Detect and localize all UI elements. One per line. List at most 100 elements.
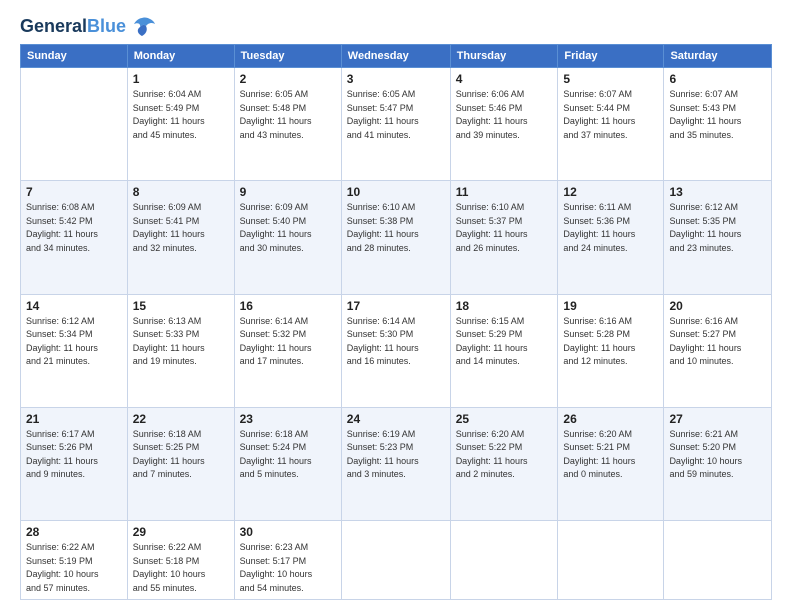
day-info: Sunrise: 6:11 AMSunset: 5:36 PMDaylight:… bbox=[563, 201, 658, 255]
day-number: 11 bbox=[456, 185, 553, 199]
day-info: Sunrise: 6:18 AMSunset: 5:24 PMDaylight:… bbox=[240, 428, 336, 482]
header: GeneralBlue bbox=[20, 16, 772, 38]
calendar-cell: 6 Sunrise: 6:07 AMSunset: 5:43 PMDaylight… bbox=[664, 68, 772, 181]
day-info: Sunrise: 6:12 AMSunset: 5:34 PMDaylight:… bbox=[26, 315, 122, 369]
calendar-cell: 29 Sunrise: 6:22 AMSunset: 5:18 PMDayligh… bbox=[127, 521, 234, 600]
calendar-cell bbox=[341, 521, 450, 600]
calendar-cell: 30 Sunrise: 6:23 AMSunset: 5:17 PMDayligh… bbox=[234, 521, 341, 600]
day-number: 3 bbox=[347, 72, 445, 86]
calendar-cell: 10Sunrise: 6:10 AMSunset: 5:38 PMDayligh… bbox=[341, 181, 450, 294]
calendar-cell: 28Sunrise: 6:22 AMSunset: 5:19 PMDayligh… bbox=[21, 521, 128, 600]
day-number: 25 bbox=[456, 412, 553, 426]
day-number: 15 bbox=[133, 299, 229, 313]
day-info: Sunrise: 6:12 AMSunset: 5:35 PMDaylight:… bbox=[669, 201, 766, 255]
day-number: 29 bbox=[133, 525, 229, 539]
weekday-header-friday: Friday bbox=[558, 45, 664, 68]
calendar-cell: 17 Sunrise: 6:14 AMSunset: 5:30 PMDayligh… bbox=[341, 294, 450, 407]
calendar-cell bbox=[664, 521, 772, 600]
day-number: 12 bbox=[563, 185, 658, 199]
day-number: 7 bbox=[26, 185, 122, 199]
day-number: 13 bbox=[669, 185, 766, 199]
day-info: Sunrise: 6:17 AMSunset: 5:26 PMDaylight:… bbox=[26, 428, 122, 482]
day-info: Sunrise: 6:22 AMSunset: 5:19 PMDaylight:… bbox=[26, 541, 122, 595]
day-number: 23 bbox=[240, 412, 336, 426]
day-number: 17 bbox=[347, 299, 445, 313]
calendar-cell: 19 Sunrise: 6:16 AMSunset: 5:28 PMDayligh… bbox=[558, 294, 664, 407]
day-info: Sunrise: 6:14 AMSunset: 5:30 PMDaylight:… bbox=[347, 315, 445, 369]
day-info: Sunrise: 6:18 AMSunset: 5:25 PMDaylight:… bbox=[133, 428, 229, 482]
day-number: 9 bbox=[240, 185, 336, 199]
day-info: Sunrise: 6:19 AMSunset: 5:23 PMDaylight:… bbox=[347, 428, 445, 482]
day-number: 22 bbox=[133, 412, 229, 426]
weekday-header-monday: Monday bbox=[127, 45, 234, 68]
day-number: 2 bbox=[240, 72, 336, 86]
calendar-table: SundayMondayTuesdayWednesdayThursdayFrid… bbox=[20, 44, 772, 600]
logo-bird-icon bbox=[128, 16, 156, 38]
day-info: Sunrise: 6:23 AMSunset: 5:17 PMDaylight:… bbox=[240, 541, 336, 595]
day-info: Sunrise: 6:10 AMSunset: 5:37 PMDaylight:… bbox=[456, 201, 553, 255]
day-info: Sunrise: 6:09 AMSunset: 5:41 PMDaylight:… bbox=[133, 201, 229, 255]
calendar-cell: 22 Sunrise: 6:18 AMSunset: 5:25 PMDayligh… bbox=[127, 407, 234, 520]
day-info: Sunrise: 6:05 AMSunset: 5:47 PMDaylight:… bbox=[347, 88, 445, 142]
weekday-header-saturday: Saturday bbox=[664, 45, 772, 68]
day-info: Sunrise: 6:07 AMSunset: 5:44 PMDaylight:… bbox=[563, 88, 658, 142]
calendar-cell bbox=[558, 521, 664, 600]
day-info: Sunrise: 6:21 AMSunset: 5:20 PMDaylight:… bbox=[669, 428, 766, 482]
day-info: Sunrise: 6:16 AMSunset: 5:27 PMDaylight:… bbox=[669, 315, 766, 369]
calendar-cell: 9 Sunrise: 6:09 AMSunset: 5:40 PMDaylight… bbox=[234, 181, 341, 294]
calendar-cell: 18 Sunrise: 6:15 AMSunset: 5:29 PMDayligh… bbox=[450, 294, 558, 407]
logo: GeneralBlue bbox=[20, 16, 156, 38]
calendar-cell: 7 Sunrise: 6:08 AMSunset: 5:42 PMDaylight… bbox=[21, 181, 128, 294]
calendar-cell: 4Sunrise: 6:06 AMSunset: 5:46 PMDaylight… bbox=[450, 68, 558, 181]
day-number: 16 bbox=[240, 299, 336, 313]
calendar-cell: 27 Sunrise: 6:21 AMSunset: 5:20 PMDayligh… bbox=[664, 407, 772, 520]
day-info: Sunrise: 6:06 AMSunset: 5:46 PMDaylight:… bbox=[456, 88, 553, 142]
calendar-cell: 20 Sunrise: 6:16 AMSunset: 5:27 PMDayligh… bbox=[664, 294, 772, 407]
weekday-header-wednesday: Wednesday bbox=[341, 45, 450, 68]
calendar-cell bbox=[450, 521, 558, 600]
day-number: 18 bbox=[456, 299, 553, 313]
day-number: 30 bbox=[240, 525, 336, 539]
day-info: Sunrise: 6:09 AMSunset: 5:40 PMDaylight:… bbox=[240, 201, 336, 255]
day-info: Sunrise: 6:07 AMSunset: 5:43 PMDaylight:… bbox=[669, 88, 766, 142]
calendar-cell: 24 Sunrise: 6:19 AMSunset: 5:23 PMDayligh… bbox=[341, 407, 450, 520]
day-number: 20 bbox=[669, 299, 766, 313]
calendar-cell: 3 Sunrise: 6:05 AMSunset: 5:47 PMDaylight… bbox=[341, 68, 450, 181]
calendar-cell: 16 Sunrise: 6:14 AMSunset: 5:32 PMDayligh… bbox=[234, 294, 341, 407]
logo-text-blue: Blue bbox=[87, 16, 126, 36]
calendar-cell: 21 Sunrise: 6:17 AMSunset: 5:26 PMDayligh… bbox=[21, 407, 128, 520]
day-number: 1 bbox=[133, 72, 229, 86]
day-info: Sunrise: 6:20 AMSunset: 5:21 PMDaylight:… bbox=[563, 428, 658, 482]
day-number: 5 bbox=[563, 72, 658, 86]
calendar-cell: 1 Sunrise: 6:04 AMSunset: 5:49 PMDaylight… bbox=[127, 68, 234, 181]
calendar-cell bbox=[21, 68, 128, 181]
day-number: 27 bbox=[669, 412, 766, 426]
calendar-cell: 2 Sunrise: 6:05 AMSunset: 5:48 PMDaylight… bbox=[234, 68, 341, 181]
calendar-cell: 14 Sunrise: 6:12 AMSunset: 5:34 PMDayligh… bbox=[21, 294, 128, 407]
weekday-header-tuesday: Tuesday bbox=[234, 45, 341, 68]
weekday-header-sunday: Sunday bbox=[21, 45, 128, 68]
day-info: Sunrise: 6:22 AMSunset: 5:18 PMDaylight:… bbox=[133, 541, 229, 595]
calendar-cell: 23 Sunrise: 6:18 AMSunset: 5:24 PMDayligh… bbox=[234, 407, 341, 520]
day-info: Sunrise: 6:04 AMSunset: 5:49 PMDaylight:… bbox=[133, 88, 229, 142]
logo-text-general: GeneralBlue bbox=[20, 17, 126, 37]
day-info: Sunrise: 6:15 AMSunset: 5:29 PMDaylight:… bbox=[456, 315, 553, 369]
day-info: Sunrise: 6:16 AMSunset: 5:28 PMDaylight:… bbox=[563, 315, 658, 369]
calendar-cell: 11 Sunrise: 6:10 AMSunset: 5:37 PMDayligh… bbox=[450, 181, 558, 294]
weekday-header-thursday: Thursday bbox=[450, 45, 558, 68]
day-number: 21 bbox=[26, 412, 122, 426]
calendar-cell: 13 Sunrise: 6:12 AMSunset: 5:35 PMDayligh… bbox=[664, 181, 772, 294]
day-info: Sunrise: 6:14 AMSunset: 5:32 PMDaylight:… bbox=[240, 315, 336, 369]
day-info: Sunrise: 6:10 AMSunset: 5:38 PMDaylight:… bbox=[347, 201, 445, 255]
day-number: 19 bbox=[563, 299, 658, 313]
day-number: 24 bbox=[347, 412, 445, 426]
calendar-cell: 12 Sunrise: 6:11 AMSunset: 5:36 PMDayligh… bbox=[558, 181, 664, 294]
day-info: Sunrise: 6:05 AMSunset: 5:48 PMDaylight:… bbox=[240, 88, 336, 142]
page: GeneralBlue SundayMondayTuesdayWednesday… bbox=[0, 0, 792, 612]
calendar-cell: 26Sunrise: 6:20 AMSunset: 5:21 PMDayligh… bbox=[558, 407, 664, 520]
calendar-cell: 5 Sunrise: 6:07 AMSunset: 5:44 PMDaylight… bbox=[558, 68, 664, 181]
day-number: 14 bbox=[26, 299, 122, 313]
weekday-header-row: SundayMondayTuesdayWednesdayThursdayFrid… bbox=[21, 45, 772, 68]
day-info: Sunrise: 6:08 AMSunset: 5:42 PMDaylight:… bbox=[26, 201, 122, 255]
day-number: 6 bbox=[669, 72, 766, 86]
